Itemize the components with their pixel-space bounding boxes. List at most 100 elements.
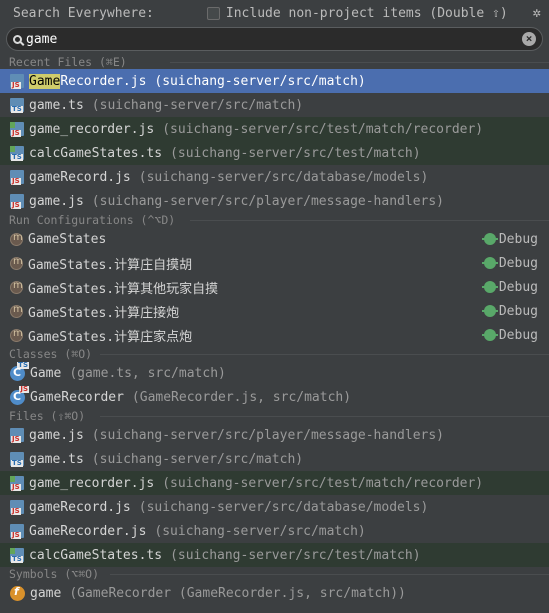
symbol-name: game	[30, 585, 62, 601]
file-path: (suichang-server/src/player/message-hand…	[91, 427, 444, 443]
field-icon	[10, 585, 25, 601]
mocha-config-icon	[10, 280, 23, 294]
debug-action[interactable]: Debug	[481, 304, 538, 319]
list-item[interactable]: game.ts (suichang-server/src/match)	[0, 93, 549, 117]
debug-action[interactable]: Debug	[481, 328, 538, 343]
file-name: gameRecord.js	[29, 499, 131, 515]
search-everywhere-header: Search Everywhere: Include non-project i…	[0, 0, 549, 26]
file-path: (suichang-server/src/test/match)	[170, 145, 421, 161]
file-path: (suichang-server/src/test/match/recorder…	[162, 475, 484, 491]
debug-action[interactable]: Debug	[481, 256, 538, 271]
mocha-config-icon	[10, 304, 23, 318]
debug-bug-icon	[481, 305, 498, 317]
class-icon: TS	[10, 361, 29, 381]
file-path: (suichang-server/src/match)	[91, 451, 304, 467]
file-name: game_recorder.js	[29, 475, 155, 491]
match-highlight: Game	[29, 73, 61, 89]
debug-bug-icon	[481, 281, 498, 293]
file-name: gameRecord.js	[29, 169, 131, 185]
config-name: GameStates	[28, 231, 107, 247]
debug-action[interactable]: Debug	[481, 232, 538, 247]
ts-file-icon	[10, 98, 24, 113]
list-item[interactable]: JS GameRecorder (GameRecorder.js, src/ma…	[0, 385, 549, 409]
ts-file-icon	[10, 452, 24, 467]
test-ts-file-icon	[10, 146, 24, 161]
list-item[interactable]: game.js (suichang-server/src/player/mess…	[0, 423, 549, 447]
symbol-location: (GameRecorder (GameRecorder.js, src/matc…	[69, 585, 406, 601]
test-js-file-icon	[10, 476, 24, 491]
list-item[interactable]: gameRecord.js (suichang-server/src/datab…	[0, 495, 549, 519]
section-run-configurations: Run Configurations (^⌥D)	[0, 213, 549, 227]
file-path: (suichang-server/src/database/models)	[138, 499, 429, 515]
file-path: (suichang-server/src/test/match)	[170, 547, 421, 563]
list-item[interactable]: game_recorder.js (suichang-server/src/te…	[0, 117, 549, 141]
list-item[interactable]: GameStates.计算其他玩家自摸 Debug	[0, 275, 549, 299]
config-name: GameStates.计算庄接炮	[28, 305, 180, 321]
file-name: calcGameStates.ts	[29, 145, 163, 161]
include-non-project-checkbox[interactable]	[206, 6, 220, 20]
section-recent-files: Recent Files (⌘E)	[0, 55, 549, 69]
list-item[interactable]: GameStates.计算庄接炮 Debug	[0, 299, 549, 323]
debug-bug-icon	[481, 257, 498, 269]
list-item[interactable]: gameRecord.js (suichang-server/src/datab…	[0, 165, 549, 189]
class-icon: JS	[10, 385, 29, 405]
file-path: (suichang-server/src/match)	[154, 73, 366, 89]
file-path: (suichang-server/src/player/message-hand…	[91, 193, 444, 209]
file-path: (suichang-server/src/database/models)	[138, 169, 429, 185]
js-file-icon	[10, 170, 24, 185]
js-file-icon	[10, 194, 24, 209]
config-name: GameStates.计算其他玩家自摸	[28, 281, 219, 297]
list-item[interactable]: calcGameStates.ts (suichang-server/src/t…	[0, 141, 549, 165]
class-location: (game.ts, src/match)	[69, 365, 226, 381]
file-name: GameRecorder.js	[29, 523, 147, 539]
list-item[interactable]: calcGameStates.ts (suichang-server/src/t…	[0, 543, 549, 567]
list-item[interactable]: GameStates Debug	[0, 227, 549, 251]
config-name: GameStates.计算庄自摸胡	[28, 257, 193, 273]
file-name: game.js	[29, 193, 84, 209]
config-name: GameStates.计算庄家点炮	[28, 329, 193, 345]
popup-title: Search Everywhere:	[13, 5, 154, 21]
file-name: game.js	[29, 427, 84, 443]
file-path: (suichang-server/src/test/match/recorder…	[162, 121, 484, 137]
test-js-file-icon	[10, 122, 24, 137]
test-ts-file-icon	[10, 548, 24, 563]
mocha-config-icon	[10, 256, 23, 270]
class-name: GameRecorder	[30, 389, 124, 405]
debug-action[interactable]: Debug	[481, 280, 538, 295]
list-item[interactable]: game (GameRecorder (GameRecorder.js, src…	[0, 581, 549, 605]
file-path: (suichang-server/src/match)	[154, 523, 366, 539]
search-icon	[13, 34, 22, 44]
list-item[interactable]: GameRecorder.js (suichang-server/src/mat…	[0, 519, 549, 543]
search-field[interactable]: ×	[6, 27, 543, 51]
list-item[interactable]: game.ts (suichang-server/src/match)	[0, 447, 549, 471]
js-file-icon	[10, 500, 24, 515]
list-item[interactable]: GameStates.计算庄自摸胡 Debug	[0, 251, 549, 275]
gear-icon[interactable]: ✲	[533, 5, 541, 21]
list-item[interactable]: GameStates.计算庄家点炮 Debug	[0, 323, 549, 347]
clear-icon[interactable]: ×	[522, 32, 536, 46]
js-file-icon	[10, 74, 24, 89]
mocha-config-icon	[10, 328, 23, 342]
class-location: (GameRecorder.js, src/match)	[131, 389, 352, 405]
section-classes: Classes (⌘O)	[0, 347, 549, 361]
list-item[interactable]: game.js (suichang-server/src/player/mess…	[0, 189, 549, 213]
search-input[interactable]	[26, 31, 522, 47]
class-name: Game	[30, 365, 62, 381]
list-item[interactable]: game_recorder.js (suichang-server/src/te…	[0, 471, 549, 495]
file-name: game.ts	[29, 97, 84, 113]
results-list: Recent Files (⌘E) GameRecorder.js (suich…	[0, 55, 549, 605]
file-name: game.ts	[29, 451, 84, 467]
section-files: Files (⇧⌘O)	[0, 409, 549, 423]
debug-bug-icon	[481, 329, 498, 341]
file-name: game_recorder.js	[29, 121, 155, 137]
file-name: GameRecorder.js	[29, 73, 147, 89]
section-symbols: Symbols (⌥⌘O)	[0, 567, 549, 581]
mocha-config-icon	[10, 232, 23, 246]
list-item[interactable]: TS Game (game.ts, src/match)	[0, 361, 549, 385]
list-item[interactable]: GameRecorder.js (suichang-server/src/mat…	[0, 69, 549, 93]
include-non-project-label[interactable]: Include non-project items (Double ⇧)	[226, 6, 525, 21]
js-file-icon	[10, 524, 24, 539]
file-path: (suichang-server/src/match)	[91, 97, 304, 113]
js-file-icon	[10, 428, 24, 443]
debug-bug-icon	[481, 233, 498, 245]
